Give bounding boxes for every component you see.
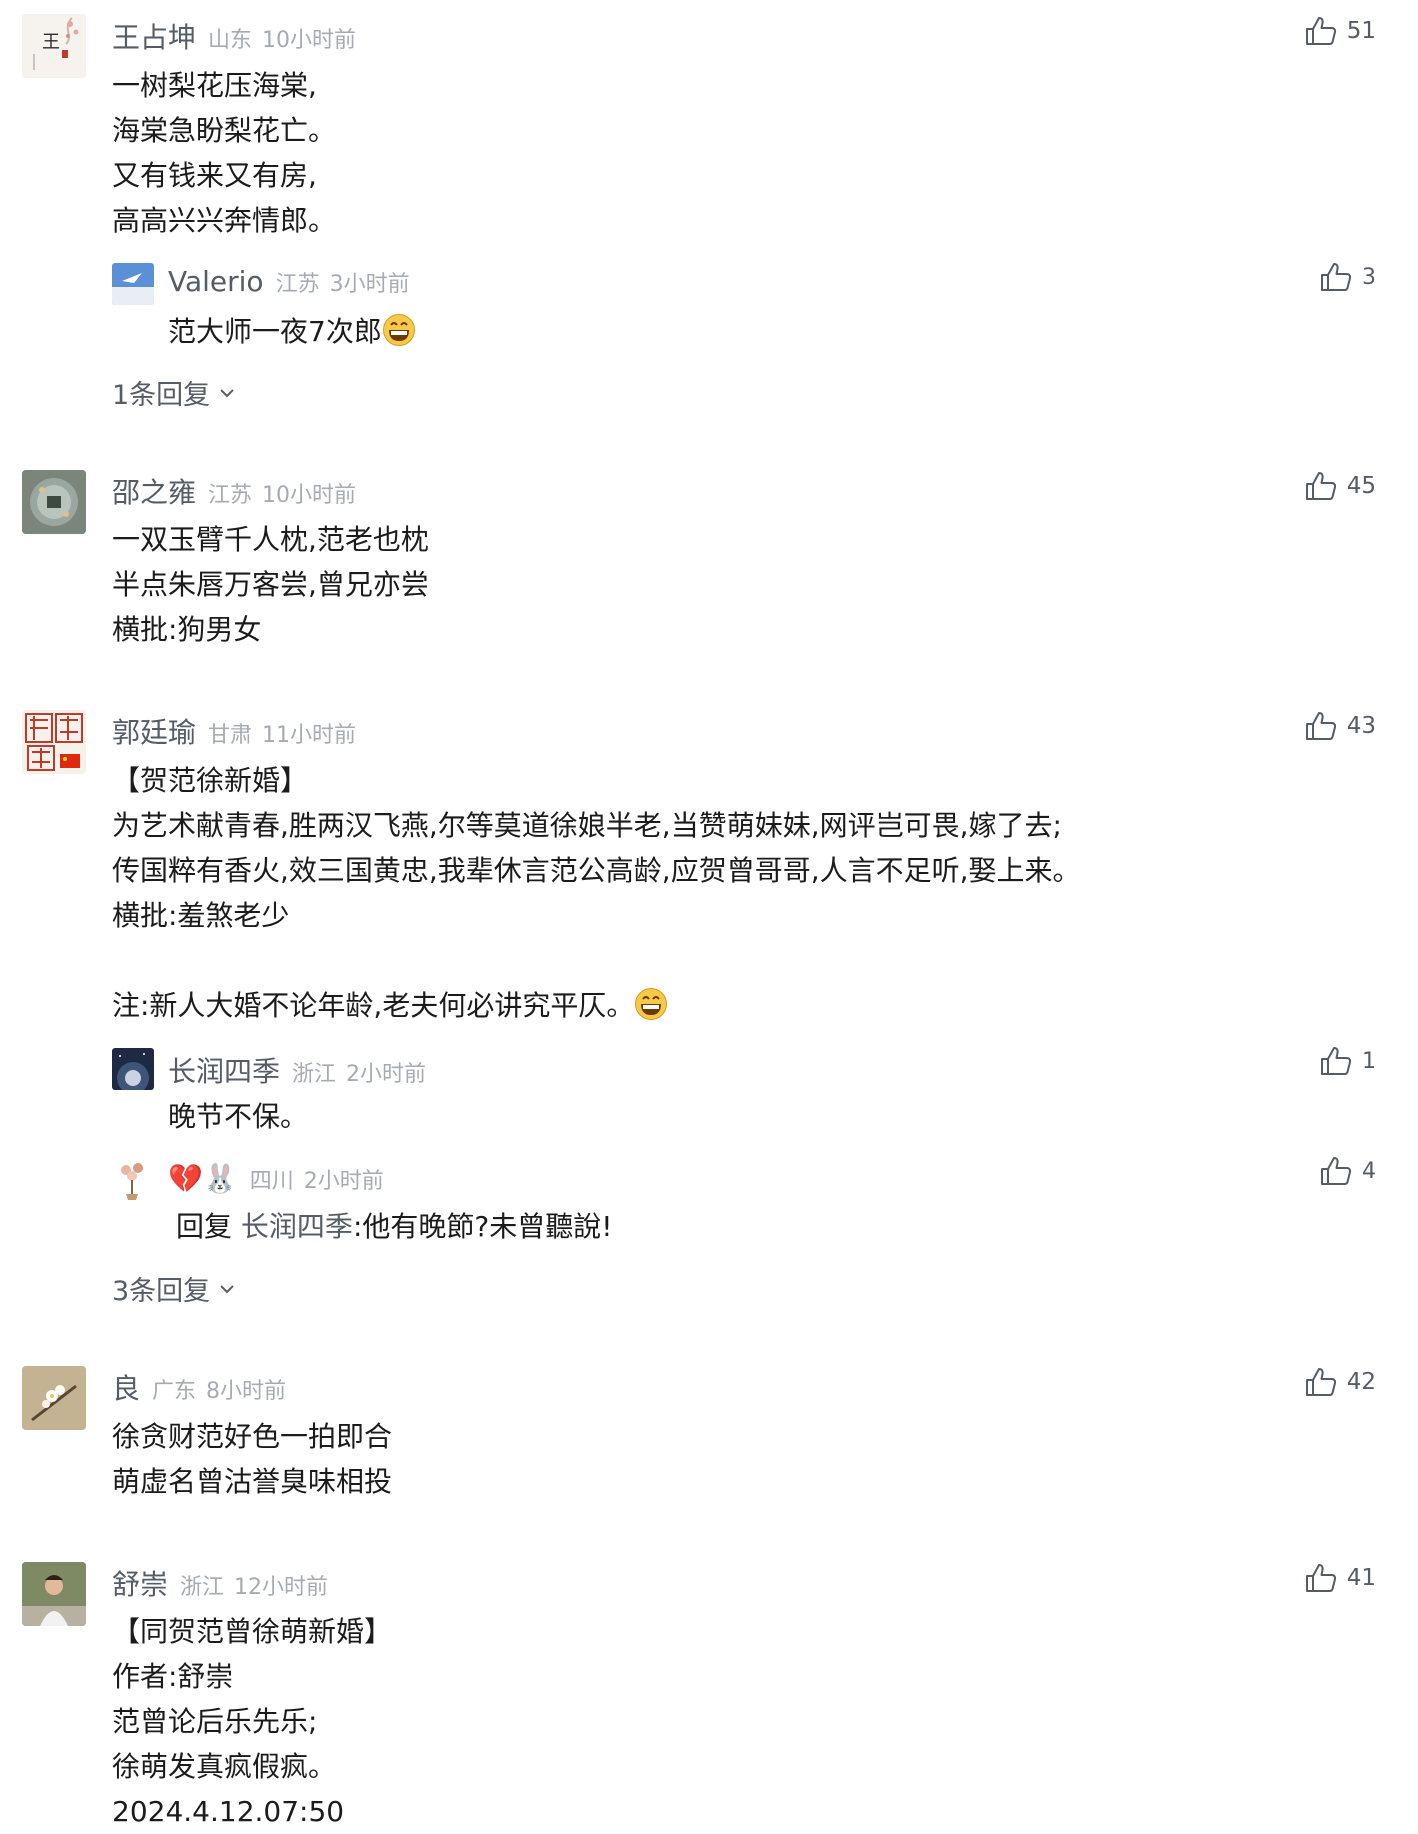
mentioned-user[interactable]: 长润四季 xyxy=(241,1210,353,1243)
comment-author[interactable]: 邵之雍 xyxy=(112,471,196,511)
comment-author[interactable]: 良 xyxy=(112,1367,140,1407)
grinning-face-emoji xyxy=(382,313,416,358)
reply-region: 江苏 xyxy=(275,272,320,297)
reply-author[interactable]: Valerio xyxy=(168,265,264,298)
comment-time: 10小时前 xyxy=(262,28,357,53)
avatar[interactable] xyxy=(112,1158,154,1200)
chevron-down-icon xyxy=(220,1284,234,1293)
like-count: 43 xyxy=(1346,713,1376,739)
reply-region: 浙江 xyxy=(292,1062,337,1087)
expand-replies-button[interactable]: 1条回复 xyxy=(112,373,236,412)
reply-prefix: 回复 xyxy=(176,1210,233,1243)
comment-time: 10小时前 xyxy=(262,483,357,508)
comment-time: 12小时前 xyxy=(234,1575,329,1600)
svg-text:王: 王 xyxy=(42,32,60,53)
reply-author[interactable]: 长润四季 xyxy=(168,1050,280,1090)
reply-time: 2小时前 xyxy=(303,1169,384,1194)
reply-author[interactable]: 💔🐰 xyxy=(168,1162,238,1195)
chevron-down-icon xyxy=(220,388,234,397)
comment-region: 甘肃 xyxy=(208,723,253,748)
comment-region: 浙江 xyxy=(180,1575,225,1600)
comment-text: 一树梨花压海棠, 海棠急盼梨花亡。 又有钱来又有房, 高高兴兴奔情郎。 xyxy=(112,69,337,237)
thumbs-up-icon xyxy=(1305,1368,1336,1396)
like-button[interactable]: 41 xyxy=(1305,1563,1376,1593)
avatar[interactable] xyxy=(112,1048,154,1090)
comment-text: 【贺范徐新婚】 为艺术献青春,胜两汉飞燕,尔等莫道徐娘半老,当赞萌妹妹,网评岂可… xyxy=(112,758,1081,1028)
grinning-face-emoji xyxy=(634,987,668,1034)
like-count: 51 xyxy=(1346,18,1376,44)
comment-author[interactable]: 舒崇 xyxy=(112,1563,168,1603)
avatar[interactable] xyxy=(22,470,86,534)
comment-text: 徐贪财范好色一拍即合 萌虚名曾沽誉臭味相投 xyxy=(112,1420,393,1498)
reply-region: 四川 xyxy=(249,1169,294,1194)
thumbs-up-icon xyxy=(1305,17,1336,45)
avatar[interactable] xyxy=(22,1562,86,1626)
thumbs-up-icon xyxy=(1321,263,1352,291)
like-button[interactable]: 1 xyxy=(1320,1046,1376,1076)
comment-author[interactable]: 郭廷瑜 xyxy=(112,711,196,751)
reply-time: 2小时前 xyxy=(346,1062,427,1087)
like-count: 4 xyxy=(1362,1158,1376,1184)
reply-time: 3小时前 xyxy=(329,272,410,297)
avatar[interactable]: 王 xyxy=(22,14,86,78)
comment-author[interactable]: 王占坤 xyxy=(112,16,196,56)
reply-text: 回复 长润四季:他有晚節?未曾聽說! xyxy=(176,1210,613,1243)
comment-text: 【同贺范曾徐萌新婚】 作者:舒崇 范曾论后乐先乐; 徐萌发真疯假疯。 2024.… xyxy=(112,1615,393,1828)
like-count: 45 xyxy=(1346,473,1376,499)
avatar[interactable] xyxy=(22,710,86,774)
comment-region: 广东 xyxy=(152,1379,197,1404)
like-count: 41 xyxy=(1346,1565,1376,1591)
like-button[interactable]: 51 xyxy=(1305,16,1376,46)
like-count: 3 xyxy=(1362,264,1376,290)
like-button[interactable]: 3 xyxy=(1320,262,1376,292)
like-button[interactable]: 43 xyxy=(1305,711,1376,741)
thumbs-up-icon xyxy=(1321,1157,1352,1185)
comment-time: 11小时前 xyxy=(262,723,357,748)
thumbs-up-icon xyxy=(1321,1047,1352,1075)
expand-replies-button[interactable]: 3条回复 xyxy=(112,1269,236,1308)
like-count: 1 xyxy=(1362,1048,1376,1074)
thumbs-up-icon xyxy=(1305,712,1336,740)
reply-text: 晚节不保。 xyxy=(168,1100,309,1133)
thumbs-up-icon xyxy=(1305,472,1336,500)
like-count: 42 xyxy=(1346,1369,1376,1395)
comment-region: 江苏 xyxy=(208,483,253,508)
like-button[interactable]: 42 xyxy=(1305,1367,1376,1397)
avatar[interactable] xyxy=(22,1366,86,1430)
thumbs-up-icon xyxy=(1305,1564,1336,1592)
like-button[interactable]: 45 xyxy=(1305,471,1376,501)
comment-region: 山东 xyxy=(208,28,253,53)
reply-text: 范大师一夜7次郎 xyxy=(168,312,416,358)
avatar[interactable] xyxy=(112,263,154,305)
comment-time: 8小时前 xyxy=(206,1379,287,1404)
comment-text: 一双玉臂千人枕,范老也枕 半点朱唇万客尝,曾兄亦尝 横批:狗男女 xyxy=(112,523,429,646)
like-button[interactable]: 4 xyxy=(1320,1156,1376,1186)
